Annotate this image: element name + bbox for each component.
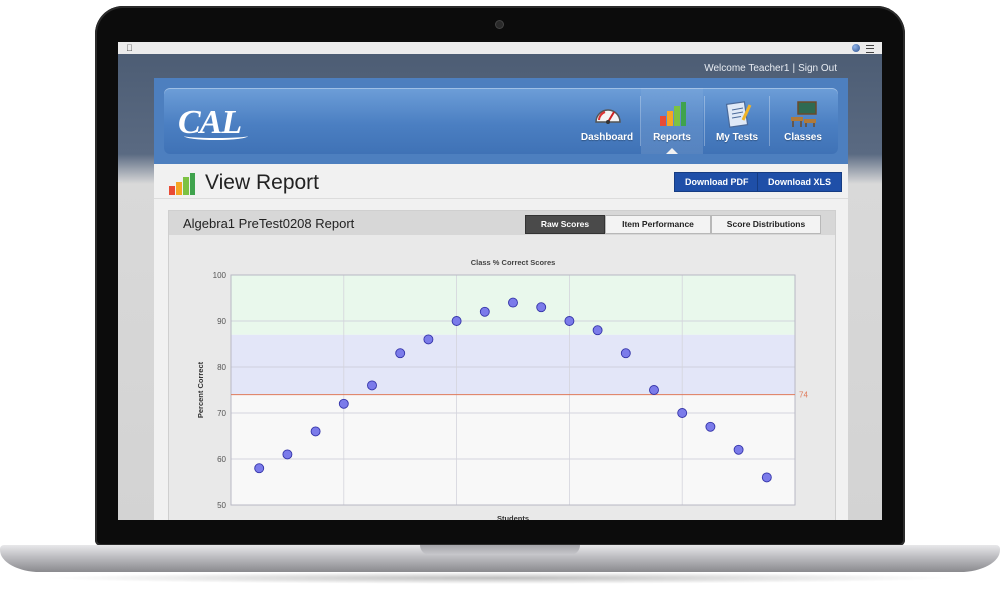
y-tick-label: 100	[213, 271, 227, 280]
welcome-text: Welcome Teacher1	[704, 63, 790, 74]
y-tick-label: 80	[217, 363, 226, 372]
nav-classes[interactable]: Classes	[772, 88, 834, 154]
tab-score-distributions[interactable]: Score Distributions	[711, 215, 821, 234]
classroom-icon	[791, 101, 817, 127]
data-point	[536, 302, 547, 313]
data-point	[761, 472, 772, 483]
sign-out-link[interactable]: Sign Out	[798, 63, 837, 74]
y-tick-label: 70	[217, 409, 226, 418]
data-point	[677, 408, 688, 418]
data-point	[338, 398, 349, 409]
content-area: View Report Download PDF Download XLS Al…	[154, 164, 848, 520]
app-container: CAL Dashboard Reports My Tests Classes V…	[154, 78, 848, 520]
report-name: Algebra1 PreTest0208 Report	[183, 216, 355, 231]
logo-swoosh	[184, 132, 248, 140]
data-point	[508, 297, 518, 308]
report-panel: Algebra1 PreTest0208 Report Raw Scores I…	[168, 210, 836, 520]
siri-icon[interactable]	[852, 44, 860, 52]
y-tick-label: 90	[217, 317, 226, 326]
y-tick-label: 60	[217, 455, 226, 464]
laptop-shadow	[40, 572, 960, 584]
threshold-label: 74	[799, 391, 808, 400]
report-header: Algebra1 PreTest0208 Report Raw Scores I…	[169, 211, 835, 235]
download-xls-button[interactable]: Download XLS	[757, 172, 842, 192]
data-point	[395, 348, 406, 359]
camera-icon	[496, 21, 503, 28]
y-tick-label: 50	[217, 501, 226, 510]
page-title: View Report	[205, 171, 320, 194]
nav-dashboard-label: Dashboard	[580, 132, 634, 143]
welcome-separator: |	[792, 63, 796, 74]
cal-logo[interactable]: CAL	[178, 104, 248, 142]
nav-my-tests[interactable]: My Tests	[706, 88, 768, 154]
download-pdf-button[interactable]: Download PDF	[674, 172, 760, 192]
laptop-notch	[420, 545, 580, 555]
data-point	[310, 426, 321, 437]
tab-raw-scores[interactable]: Raw Scores	[525, 215, 605, 234]
score-band	[231, 334, 795, 395]
tab-item-performance[interactable]: Item Performance	[605, 215, 711, 234]
menu-list-icon[interactable]	[866, 45, 874, 53]
bar-chart-icon	[660, 102, 686, 126]
test-document-icon	[725, 101, 752, 128]
data-point	[451, 316, 462, 326]
data-point	[705, 421, 716, 432]
data-point	[592, 325, 603, 336]
score-band	[231, 394, 795, 505]
page-background: Welcome Teacher1 | Sign Out CAL Dashboar…	[118, 54, 882, 520]
nav-divider	[769, 96, 770, 146]
data-point	[733, 444, 744, 455]
nav-my-tests-label: My Tests	[715, 132, 759, 143]
y-axis-label: Percent Correct	[196, 361, 205, 418]
chart-title: Class % Correct Scores	[471, 258, 556, 267]
nav-reports-label: Reports	[653, 132, 691, 143]
report-chart-icon	[169, 173, 195, 195]
data-point	[423, 334, 434, 345]
data-point	[620, 348, 631, 359]
app-header: CAL Dashboard Reports My Tests Classes	[154, 78, 848, 164]
data-point	[367, 380, 377, 391]
dashboard-gauge-icon	[595, 109, 621, 124]
data-point	[649, 385, 659, 395]
nav-classes-label: Classes	[784, 132, 822, 143]
data-point	[282, 449, 293, 460]
score-chart: 74 50 60 70 80 90 100 Class % Correct Scores Stu…	[196, 258, 808, 520]
nav-dashboard[interactable]: Dashboard	[576, 88, 638, 154]
nav-reports[interactable]: Reports	[641, 88, 703, 154]
nav-divider	[704, 96, 705, 146]
data-point	[564, 316, 575, 326]
title-divider	[154, 198, 848, 199]
data-point	[479, 306, 490, 317]
x-axis-label: Students	[497, 514, 529, 520]
welcome-bar: Welcome Teacher1 | Sign Out	[704, 63, 837, 74]
screen:  Welcome Teacher1|Sign Out CAL	[118, 42, 882, 520]
data-point	[254, 463, 265, 474]
header-panel: CAL Dashboard Reports My Tests Classes	[164, 88, 838, 154]
apple-icon[interactable]: 	[126, 43, 133, 53]
